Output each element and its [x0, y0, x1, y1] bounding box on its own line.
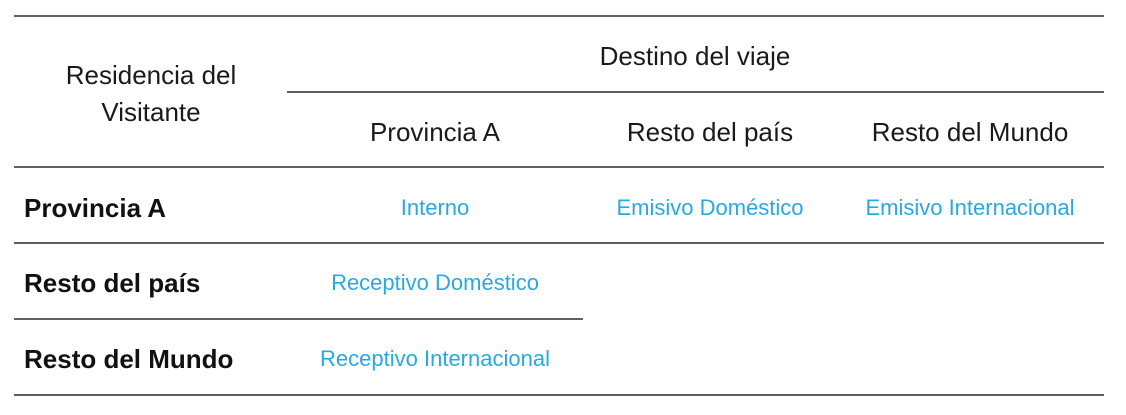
corner-header-line1: Residencia del — [65, 60, 237, 90]
cell-emisivo-domestico: Emisivo Doméstico — [616, 195, 804, 220]
table-bottom-rule — [14, 394, 1104, 396]
row-2-bottom-rule — [14, 318, 583, 320]
cell-receptivo-domestico: Receptivo Doméstico — [331, 270, 539, 295]
row-label-resto-del-mundo: Resto del Mundo — [24, 344, 234, 374]
header-bottom-rule — [14, 166, 1104, 168]
group-header-rule — [287, 91, 1104, 93]
cell-emisivo-internacional: Emisivo Internacional — [865, 195, 1075, 220]
group-header: Destino del viaje — [599, 41, 791, 71]
row-label-resto-del-pais: Resto del país — [24, 268, 201, 298]
row-label-provincia-a: Provincia A — [24, 193, 167, 223]
column-header-resto-del-pais: Resto del país — [626, 117, 794, 147]
column-header-resto-del-mundo: Resto del Mundo — [871, 117, 1069, 147]
row-1-bottom-rule — [14, 242, 1104, 244]
cell-interno: Interno — [400, 195, 470, 220]
cell-receptivo-internacional: Receptivo Internacional — [320, 346, 550, 371]
corner-header-line2: Visitante — [101, 97, 201, 127]
table-top-rule — [14, 15, 1104, 17]
column-header-provincia-a: Provincia A — [369, 117, 501, 147]
